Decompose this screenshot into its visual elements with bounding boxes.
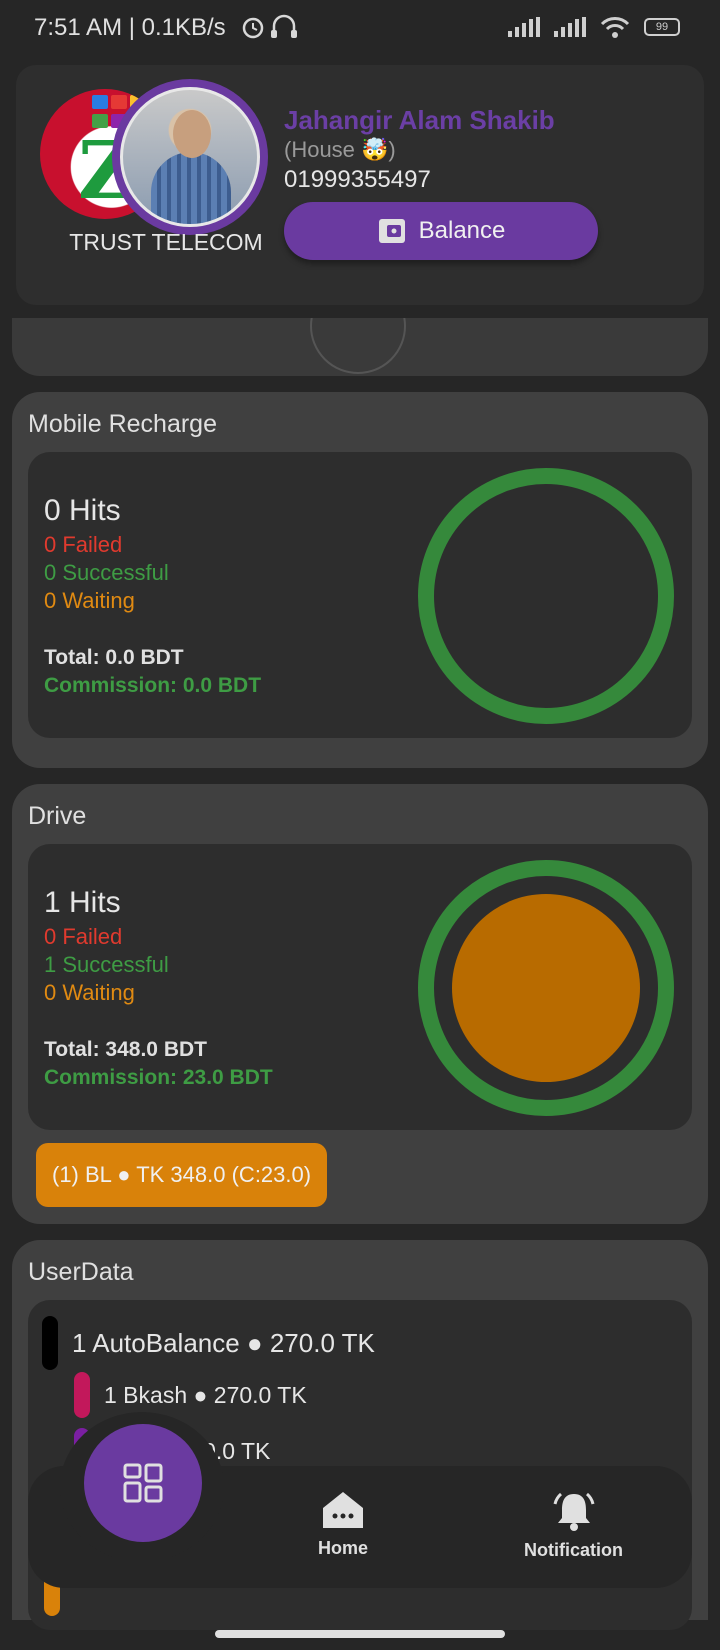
user-phone: 01999355497 [284, 166, 431, 193]
failed-count: 0 Failed [44, 924, 123, 949]
partial-chart [310, 318, 406, 374]
balance-label: Balance [418, 217, 506, 244]
section-title: Drive [28, 802, 87, 830]
total-amount: Total: 0.0 BDT [44, 646, 184, 669]
nav-notification[interactable]: Notification [524, 1490, 623, 1561]
balance-button[interactable]: Balance [284, 202, 598, 260]
alarm-and-headphones-icons [242, 14, 297, 39]
stats-panel: 0 Hits 0 Failed 0 Successful 0 Waiting T… [28, 452, 692, 738]
successful-count: 1 Successful [44, 952, 169, 977]
company-name: TRUST TELECOM [69, 229, 263, 255]
nav-home[interactable]: Home [318, 1490, 368, 1559]
successful-count: 0 Successful [44, 560, 169, 585]
section-title: Mobile Recharge [28, 410, 217, 438]
avatar[interactable] [112, 79, 268, 235]
status-ring-chart [418, 468, 674, 724]
color-indicator [74, 1372, 90, 1418]
profile-card: Z TRUST TELECOM Jahangir Alam Shakib (Ho… [16, 65, 704, 305]
gesture-bar[interactable] [215, 1630, 505, 1638]
dashboard-icon [123, 1463, 163, 1503]
stats-panel: 1 Hits 0 Failed 1 Successful 0 Waiting T… [28, 844, 692, 1130]
waiting-count: 0 Waiting [44, 980, 135, 1005]
drive-card: Drive 1 Hits 0 Failed 1 Successful 0 Wai… [12, 784, 708, 1224]
user-role: (House 🤯) [284, 137, 396, 162]
nav-notification-label: Notification [524, 1540, 623, 1560]
list-item-label: 1 Bkash ● 270.0 TK [104, 1381, 307, 1408]
list-item-label: 1 AutoBalance ● 270.0 TK [72, 1327, 375, 1358]
wallet-icon [378, 219, 405, 243]
hits-count: 0 Hits [44, 494, 121, 527]
bell-icon [553, 1492, 594, 1531]
wifi-icon [600, 17, 630, 38]
user-name: Jahangir Alam Shakib [284, 105, 555, 135]
home-icon [323, 1492, 363, 1528]
color-indicator [42, 1316, 58, 1370]
hits-count: 1 Hits [44, 886, 121, 919]
failed-count: 0 Failed [44, 532, 123, 557]
mobile-recharge-card: Mobile Recharge 0 Hits 0 Failed 0 Succes… [12, 392, 708, 768]
operator-pie-chart [452, 894, 640, 1082]
list-item[interactable]: 1 Bkash ● 270.0 TK [74, 1372, 307, 1418]
status-time: 7:51 AM | 0.1KB/s [34, 14, 226, 41]
total-amount: Total: 348.0 BDT [44, 1038, 207, 1061]
nav-home-label: Home [318, 1538, 369, 1558]
status-icons: 99 [508, 16, 680, 38]
commission-amount: Commission: 23.0 BDT [44, 1066, 273, 1089]
list-item[interactable]: 1 AutoBalance ● 270.0 TK [42, 1316, 375, 1370]
commission-amount: Commission: 0.0 BDT [44, 674, 262, 697]
battery-icon: 99 [644, 18, 680, 36]
waiting-count: 0 Waiting [44, 588, 135, 613]
section-title: UserData [28, 1258, 134, 1286]
dashboard-fab[interactable] [84, 1424, 202, 1542]
operator-chip[interactable]: (1) BL ● TK 348.0 (C:23.0) [36, 1143, 328, 1207]
partial-card [12, 318, 708, 376]
signal-icon [508, 17, 540, 37]
signal-icon [554, 17, 586, 37]
status-bar: 7:51 AM | 0.1KB/s 99 [0, 0, 720, 56]
